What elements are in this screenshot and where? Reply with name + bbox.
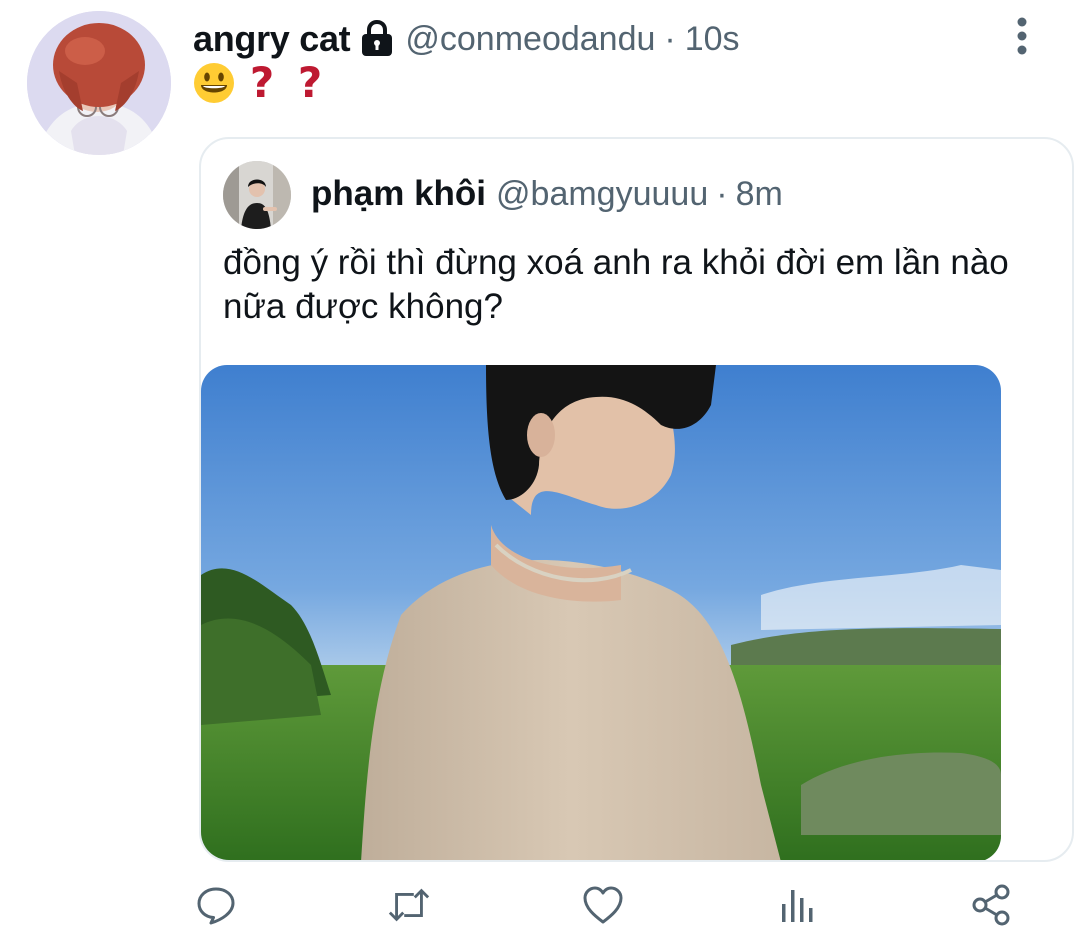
reply-icon[interactable] [194,880,238,930]
author-avatar[interactable] [27,11,171,155]
more-options-icon[interactable] [1008,16,1036,56]
author-display-name[interactable]: angry cat [193,18,351,60]
tweet-timestamp[interactable]: 10s [685,20,740,59]
quoted-tweet-timestamp: 8m [735,174,783,213]
lock-icon [359,19,395,59]
author-avatar-image [27,11,171,155]
quoted-header-separator: · [716,174,728,213]
quoted-tweet-text: đồng ý rồi thì đừng xoá anh ra khỏi đời … [223,243,1009,326]
quoted-author-display-name: phạm khôi [311,174,487,213]
retweet-icon[interactable] [387,880,431,930]
share-icon[interactable] [969,880,1013,930]
quoted-tweet-header: phạm khôi @bamgyuuuu · 8m [311,171,783,217]
tweet-action-bar [0,880,1080,936]
quoted-author-handle: @bamgyuuuu [496,174,709,213]
question-mark-emoji: ? [249,58,275,107]
tweet-text: ? ? [193,60,331,106]
author-handle[interactable]: @conmeodandu [405,20,655,59]
like-icon[interactable] [581,880,625,930]
quoted-author-avatar [223,161,291,229]
question-mark-emoji: ? [297,58,323,107]
tweet-header: angry cat @conmeodandu · 10s [193,14,740,64]
analytics-icon[interactable] [775,880,819,930]
quoted-tweet-photo[interactable] [201,365,1001,860]
quoted-tweet-card[interactable]: phạm khôi @bamgyuuuu · 8m đồng ý rồi thì… [199,137,1074,862]
grinning-face-emoji [193,62,235,104]
header-separator: · [664,19,676,58]
